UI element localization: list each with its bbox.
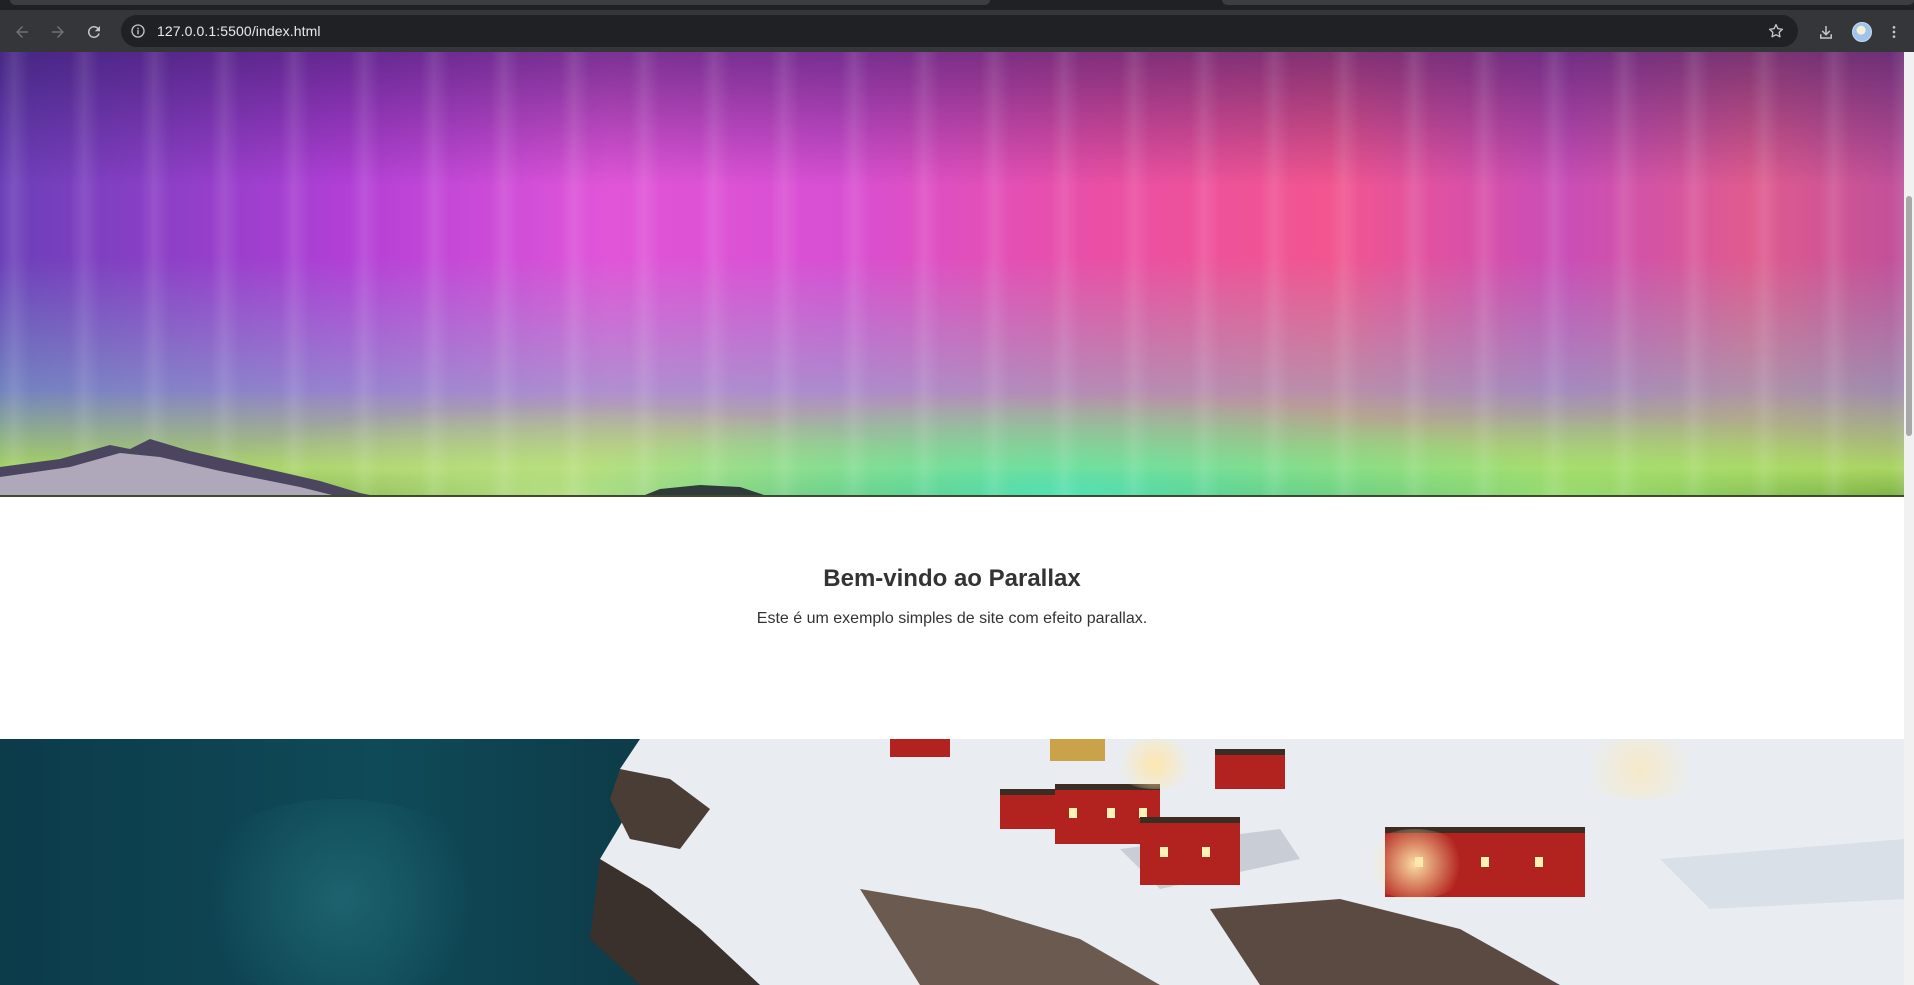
forward-icon <box>52 26 64 38</box>
aurora-rays <box>0 52 1904 497</box>
parallax-aurora-image <box>0 52 1904 497</box>
downloads-button[interactable] <box>1812 18 1840 46</box>
bookmark-star-icon <box>1768 23 1784 38</box>
house-window <box>1481 857 1489 867</box>
house-window <box>1160 847 1168 857</box>
house-light-glow <box>1360 829 1470 899</box>
browser-chrome: 127.0.0.1:5500/index.html <box>0 0 1914 52</box>
scrollbar-thumb[interactable] <box>1906 196 1912 436</box>
bookmark-button[interactable] <box>1766 21 1786 41</box>
address-bar[interactable]: 127.0.0.1:5500/index.html <box>121 15 1798 47</box>
intro-section: Bem-vindo ao Parallax Este é um exemplo … <box>0 497 1904 739</box>
page-viewport: Bem-vindo ao Parallax Este é um exemplo … <box>0 52 1904 985</box>
back-icon <box>16 26 28 38</box>
tab[interactable] <box>1222 0 1914 5</box>
intro-heading: Bem-vindo ao Parallax <box>823 565 1081 592</box>
page-scrollbar[interactable] <box>1904 52 1914 985</box>
menu-kebab-icon <box>1892 26 1896 38</box>
profile-avatar <box>1852 22 1872 42</box>
house-light-glow <box>1110 739 1200 789</box>
toolbar: 127.0.0.1:5500/index.html <box>0 10 1914 52</box>
reload-icon <box>87 25 100 38</box>
reload-button[interactable] <box>80 18 108 46</box>
profile-button[interactable] <box>1848 18 1876 46</box>
house-window <box>1069 808 1077 818</box>
red-house <box>1140 817 1240 885</box>
forward-button[interactable] <box>44 18 72 46</box>
mountain-silhouette <box>0 439 1904 497</box>
back-button[interactable] <box>8 18 36 46</box>
intro-text: Este é um exemplo simples de site com ef… <box>756 610 1148 627</box>
url-text[interactable]: 127.0.0.1:5500/index.html <box>157 23 321 39</box>
site-info-icon <box>131 24 145 38</box>
house-window <box>1535 857 1543 867</box>
menu-button[interactable] <box>1882 18 1906 46</box>
red-house <box>890 739 950 757</box>
red-house <box>1000 789 1060 829</box>
house-light-glow <box>1570 739 1710 799</box>
site-info-button[interactable] <box>129 22 147 40</box>
parallax-village-image <box>0 739 1904 985</box>
house-window <box>1202 847 1210 857</box>
red-house <box>1215 749 1285 789</box>
tab-strip <box>0 0 1914 10</box>
house-window <box>1107 808 1115 818</box>
download-icon <box>1820 26 1832 39</box>
water-reflection <box>180 799 500 985</box>
tab[interactable] <box>10 0 990 5</box>
yellow-house <box>1050 739 1105 761</box>
